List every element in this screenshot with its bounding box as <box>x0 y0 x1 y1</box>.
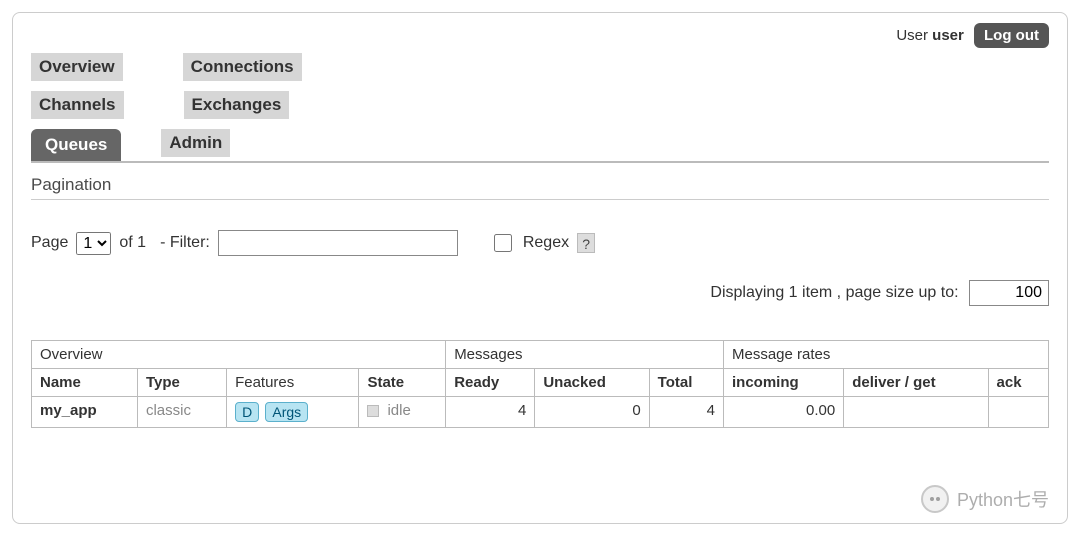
state-indicator-icon <box>367 405 379 417</box>
regex-help-icon[interactable]: ? <box>577 233 595 253</box>
tab-admin[interactable]: Admin <box>161 129 230 157</box>
tab-overview[interactable]: Overview <box>31 53 123 81</box>
cell-name[interactable]: my_app <box>32 397 138 428</box>
watermark-text: Python七号 <box>957 486 1049 512</box>
page-label: Page <box>31 234 68 252</box>
group-rates: Message rates <box>723 341 1048 369</box>
tab-connections[interactable]: Connections <box>183 53 302 81</box>
user-bar: User user Log out <box>896 23 1049 48</box>
col-state[interactable]: State <box>359 369 446 397</box>
cell-state: idle <box>359 397 446 428</box>
group-messages: Messages <box>446 341 724 369</box>
displaying-text: Displaying 1 item , page size up to: <box>710 284 958 301</box>
group-overview: Overview <box>32 341 446 369</box>
cell-total: 4 <box>649 397 723 428</box>
user-label: User <box>896 27 928 44</box>
col-features[interactable]: Features <box>227 369 359 397</box>
page-size-input[interactable] <box>969 280 1049 306</box>
pagination-header: Pagination <box>31 175 1049 200</box>
cell-type: classic <box>137 397 226 428</box>
cell-features: D Args <box>227 397 359 428</box>
displaying-row: Displaying 1 item , page size up to: <box>31 280 1049 306</box>
tab-exchanges[interactable]: Exchanges <box>184 91 290 119</box>
watermark: Python七号 <box>921 485 1049 513</box>
cell-unacked: 0 <box>535 397 649 428</box>
col-ack[interactable]: ack <box>988 369 1048 397</box>
queues-table: Overview Messages Message rates Name Typ… <box>31 340 1049 428</box>
filter-input[interactable] <box>218 230 458 256</box>
feature-args-badge: Args <box>265 402 308 422</box>
page-select[interactable]: 1 <box>76 232 111 255</box>
col-total[interactable]: Total <box>649 369 723 397</box>
col-type[interactable]: Type <box>137 369 226 397</box>
username: user <box>932 27 964 44</box>
cell-incoming: 0.00 <box>723 397 843 428</box>
main-panel: User user Log out Overview Connections C… <box>12 12 1068 524</box>
col-ready[interactable]: Ready <box>446 369 535 397</box>
table-row[interactable]: my_app classic D Args idle 4 0 4 0.00 <box>32 397 1049 428</box>
tab-channels[interactable]: Channels <box>31 91 124 119</box>
cell-ready: 4 <box>446 397 535 428</box>
col-name[interactable]: Name <box>32 369 138 397</box>
table-header-row: Name Type Features State Ready Unacked T… <box>32 369 1049 397</box>
nav-tabs: Overview Connections Channels Exchanges … <box>31 53 1049 163</box>
state-text: idle <box>387 402 410 419</box>
logout-button[interactable]: Log out <box>974 23 1049 48</box>
cell-ack <box>988 397 1048 428</box>
page-of: of 1 <box>119 234 146 252</box>
tab-queues[interactable]: Queues <box>31 129 121 161</box>
col-unacked[interactable]: Unacked <box>535 369 649 397</box>
table-group-row: Overview Messages Message rates <box>32 341 1049 369</box>
wechat-icon <box>921 485 949 513</box>
filter-label: - Filter: <box>160 234 210 252</box>
col-deliver[interactable]: deliver / get <box>844 369 988 397</box>
col-incoming[interactable]: incoming <box>723 369 843 397</box>
regex-label: Regex <box>523 234 569 252</box>
regex-checkbox[interactable] <box>494 234 512 252</box>
feature-durable-badge: D <box>235 402 259 422</box>
pagination-row: Page 1 of 1 - Filter: Regex ? <box>31 230 1049 256</box>
cell-deliver <box>844 397 988 428</box>
